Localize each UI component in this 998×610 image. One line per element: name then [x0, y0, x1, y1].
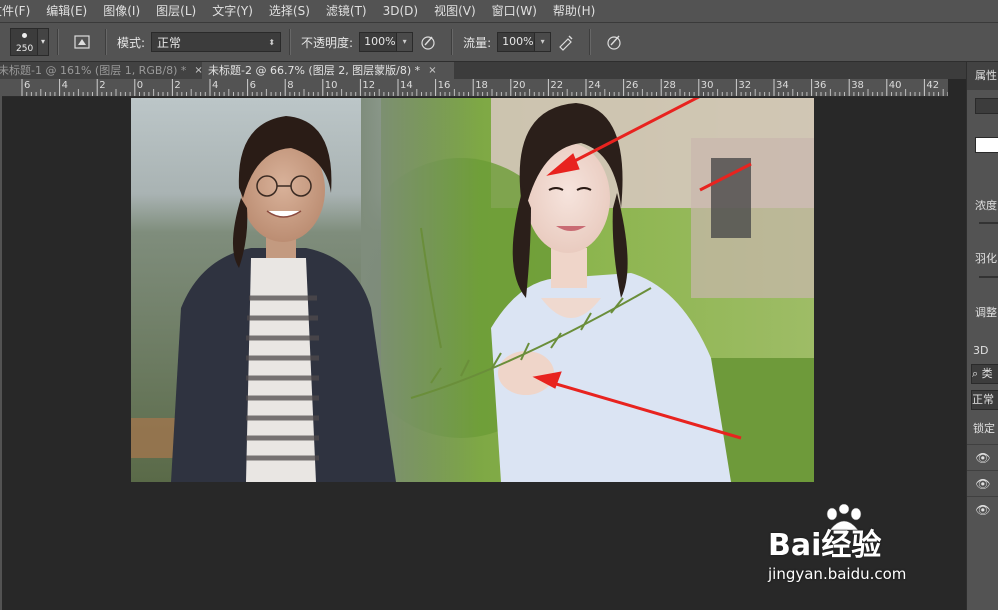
- layer-blend-mode-select[interactable]: 正常: [971, 390, 998, 410]
- eye-icon[interactable]: 👁: [967, 496, 998, 523]
- properties-panel-title: 属性: [967, 62, 998, 90]
- eye-icon[interactable]: 👁: [967, 470, 998, 497]
- mask-icon[interactable]: [975, 98, 998, 114]
- density-slider[interactable]: [979, 222, 998, 224]
- density-label: 浓度: [975, 199, 997, 212]
- watermark-brand: Bai经验: [768, 528, 882, 563]
- feather-slider[interactable]: [979, 276, 998, 278]
- watermark-url: jingyan.baidu.com: [768, 565, 907, 583]
- feather-label: 羽化: [975, 252, 997, 265]
- tab-3d[interactable]: 3D: [973, 344, 988, 357]
- eye-icon[interactable]: 👁: [967, 444, 998, 471]
- properties-panel: 属性 浓度 羽化 调整 3D ⌕ 类 正常 锁定 👁 👁 👁: [966, 62, 998, 610]
- lock-label: 锁定: [973, 422, 995, 435]
- photoshop-window: 文件(F) 编辑(E) 图像(I) 图层(L) 文字(Y) 选择(S) 滤镜(T…: [0, 0, 998, 610]
- vector-mask-icon[interactable]: [975, 137, 998, 153]
- layer-filter-search[interactable]: ⌕ 类: [971, 364, 998, 384]
- refine-label: 调整: [975, 306, 997, 319]
